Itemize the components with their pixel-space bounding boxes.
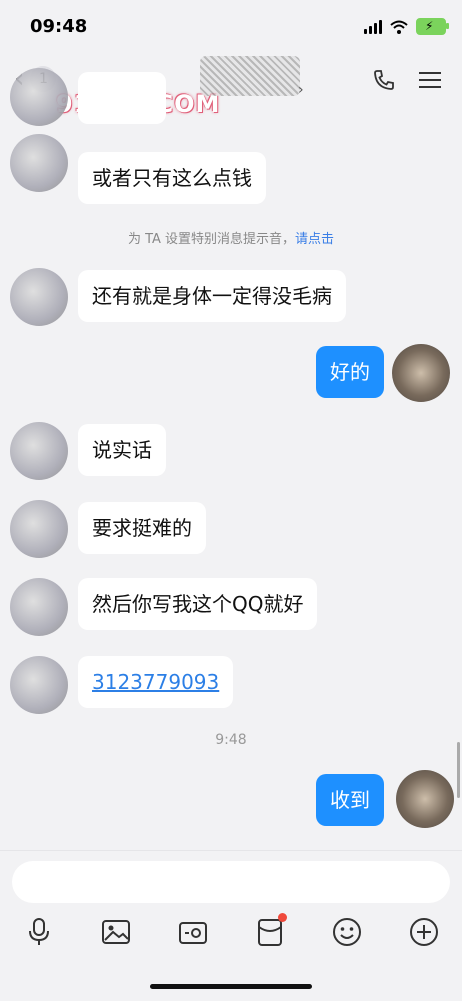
my-avatar[interactable] (392, 344, 450, 402)
contact-avatar[interactable] (10, 68, 68, 126)
system-tip: 为 TA 设置特别消息提示音，请点击 (127, 232, 335, 247)
message-list[interactable]: 或者只有这么点钱 为 TA 设置特别消息提示音，请点击 还有就是身体一定得没毛病… (0, 68, 462, 850)
message-bubble[interactable]: 要求挺难的 (78, 502, 206, 554)
contact-avatar[interactable] (10, 268, 68, 326)
contact-avatar[interactable] (10, 656, 68, 714)
contact-avatar[interactable] (10, 578, 68, 636)
message-timestamp: 9:48 (215, 732, 247, 748)
message-input[interactable] (12, 861, 450, 903)
wifi-icon (390, 20, 408, 34)
add-icon[interactable] (407, 915, 441, 949)
message-bubble[interactable]: 然后你写我这个QQ就好 (78, 578, 318, 630)
set-tone-link[interactable]: 请点击 (295, 232, 334, 247)
message-bubble[interactable]: 说实话 (78, 424, 166, 476)
menu-icon[interactable] (418, 70, 442, 90)
battery-icon: ⚡ (416, 18, 449, 35)
my-avatar[interactable] (396, 770, 454, 828)
camera-icon[interactable] (176, 915, 210, 949)
status-time: 09:48 (30, 16, 88, 37)
message-bubble-mine[interactable]: 好的 (316, 346, 384, 398)
message-bubble-partial (78, 72, 166, 124)
message-bubble-mine[interactable]: 收到 (316, 774, 384, 826)
home-indicator (150, 984, 312, 989)
status-icons: ⚡ (364, 18, 449, 35)
scrollbar[interactable] (457, 742, 460, 798)
qq-number-link[interactable]: 3123779093 (78, 656, 234, 708)
signal-icon (364, 19, 382, 34)
input-bar (0, 850, 462, 1001)
chat-header: ‹ 1 91P46.COM › (0, 56, 462, 118)
input-toolbar (0, 913, 462, 949)
notification-dot (277, 913, 287, 922)
message-bubble[interactable]: 或者只有这么点钱 (78, 152, 266, 204)
microphone-icon[interactable] (22, 915, 56, 949)
contact-avatar[interactable] (10, 134, 68, 192)
message-bubble[interactable]: 还有就是身体一定得没毛病 (78, 270, 346, 322)
emoji-icon[interactable] (330, 915, 364, 949)
redacted-contact-name (200, 56, 300, 96)
chevron-right-icon[interactable]: › (298, 82, 304, 98)
contact-avatar[interactable] (10, 422, 68, 480)
phone-icon[interactable] (372, 68, 396, 92)
contact-avatar[interactable] (10, 500, 68, 558)
image-icon[interactable] (99, 915, 133, 949)
red-packet-icon[interactable] (253, 913, 287, 949)
status-bar: 09:48 ⚡ (0, 0, 462, 56)
